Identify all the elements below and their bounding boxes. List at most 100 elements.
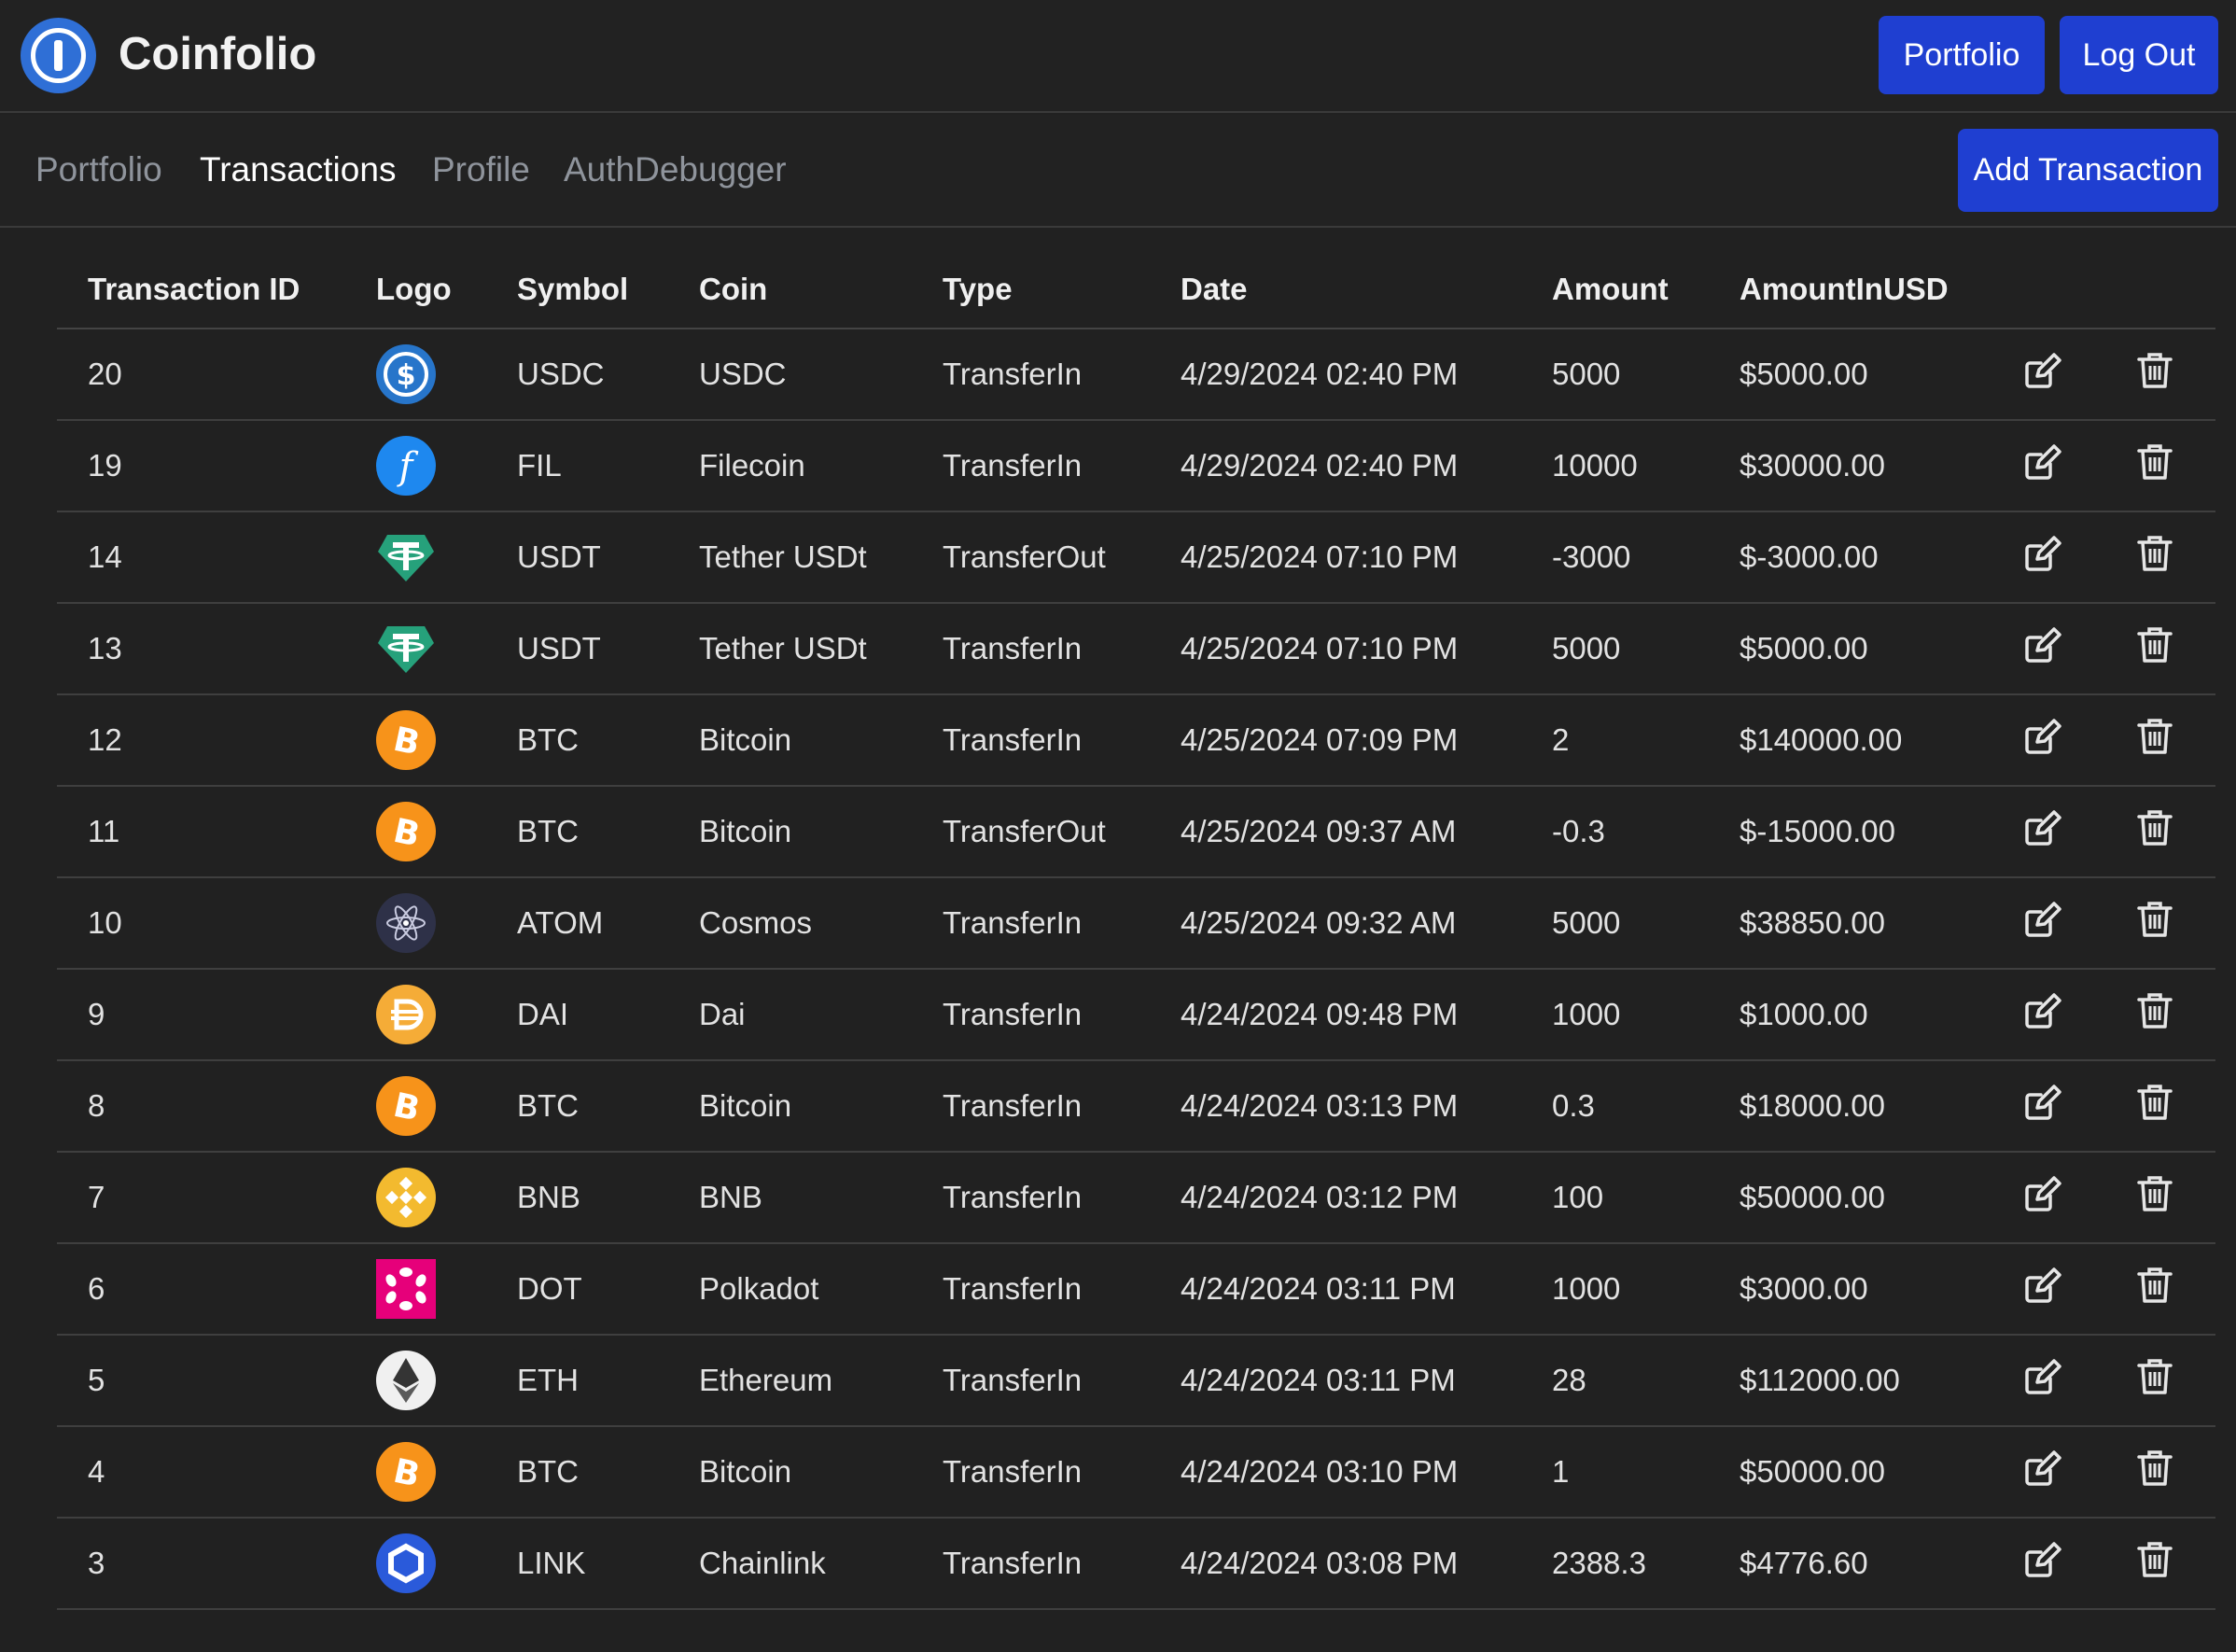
trash-icon[interactable] [2134,1173,2175,1214]
cell-symbol: USDT [486,603,668,695]
cell-type: TransferIn [912,329,1150,421]
table-header-row: Transaction ID Logo Symbol Coin Type Dat… [57,250,2215,329]
cell-amount: -0.3 [1521,786,1709,878]
cell-date: 4/24/2024 03:11 PM [1150,1243,1521,1336]
top-bar: Coinfolio Portfolio Log Out [0,0,2236,113]
cell-amount-usd: $30000.00 [1709,420,1991,512]
bnb-icon [376,1168,436,1227]
fil-icon: f [376,436,436,496]
cell-logo [345,1243,486,1336]
cell-coin: Bitcoin [668,1426,912,1519]
cell-type: TransferIn [912,1426,1150,1519]
trash-icon[interactable] [2134,1448,2175,1489]
cell-type: TransferIn [912,1518,1150,1610]
edit-icon[interactable] [2022,1448,2063,1489]
trash-icon[interactable] [2134,716,2175,757]
cell-symbol: BTC [486,1060,668,1153]
edit-icon[interactable] [2022,990,2063,1031]
cell-logo: B [345,694,486,787]
cell-amount: -3000 [1521,511,1709,604]
nav-item-transactions[interactable]: Transactions [200,150,396,189]
cell-symbol: BTC [486,694,668,787]
header-amount-usd: AmountInUSD [1709,250,1991,329]
cell-delete [2103,511,2215,604]
cell-delete [2103,329,2215,421]
cell-coin: USDC [668,329,912,421]
cell-symbol: LINK [486,1518,668,1610]
trash-icon[interactable] [2134,533,2175,574]
header-coin: Coin [668,250,912,329]
table-row: 10 ATOM Cosmos TransferIn 4/25/2024 09:32 AM… [57,877,2215,970]
cell-transaction-id: 10 [57,877,345,970]
cell-type: TransferOut [912,511,1150,604]
cell-amount-usd: $1000.00 [1709,969,1991,1061]
cell-transaction-id: 9 [57,969,345,1061]
cell-delete [2103,1426,2215,1519]
cell-delete [2103,1243,2215,1336]
cell-logo [345,877,486,970]
trash-icon[interactable] [2134,624,2175,665]
trash-icon[interactable] [2134,807,2175,848]
edit-icon[interactable] [2022,1173,2063,1214]
cell-delete [2103,786,2215,878]
nav-item-portfolio[interactable]: Portfolio [35,150,162,189]
logout-button[interactable]: Log Out [2060,16,2218,94]
table-row: 4 B BTC Bitcoin TransferIn 4/24/2024 03:10 PM… [57,1426,2215,1519]
edit-icon[interactable] [2022,1265,2063,1306]
cell-date: 4/24/2024 03:12 PM [1150,1152,1521,1244]
cell-edit [1991,1426,2103,1519]
edit-icon[interactable] [2022,1356,2063,1397]
trash-icon[interactable] [2134,1082,2175,1123]
trash-icon[interactable] [2134,990,2175,1031]
edit-icon[interactable] [2022,1082,2063,1123]
cell-logo: B [345,786,486,878]
cell-delete [2103,694,2215,787]
edit-icon[interactable] [2022,441,2063,483]
cell-amount: 1 [1521,1426,1709,1519]
edit-icon[interactable] [2022,624,2063,665]
portfolio-button[interactable]: Portfolio [1879,16,2045,94]
app-logo-icon [21,18,96,93]
cell-transaction-id: 3 [57,1518,345,1610]
cell-edit [1991,1518,2103,1610]
trash-icon[interactable] [2134,441,2175,483]
usdt-icon [376,527,436,587]
trash-icon[interactable] [2134,350,2175,391]
cell-type: TransferIn [912,694,1150,787]
trash-icon[interactable] [2134,1539,2175,1580]
cell-type: TransferIn [912,1243,1150,1336]
nav-item-authdebugger[interactable]: AuthDebugger [564,150,787,189]
cell-coin: Filecoin [668,420,912,512]
edit-icon[interactable] [2022,1539,2063,1580]
cell-amount-usd: $50000.00 [1709,1152,1991,1244]
trash-icon[interactable] [2134,1265,2175,1306]
cell-coin: BNB [668,1152,912,1244]
edit-icon[interactable] [2022,899,2063,940]
cell-coin: Bitcoin [668,694,912,787]
edit-icon[interactable] [2022,716,2063,757]
header-date: Date [1150,250,1521,329]
edit-icon[interactable] [2022,807,2063,848]
table-row: 5 ETH Ethereum TransferIn 4/24/2024 03:11 PM… [57,1335,2215,1427]
cell-edit [1991,877,2103,970]
cell-date: 4/29/2024 02:40 PM [1150,420,1521,512]
cell-logo [345,603,486,695]
add-transaction-button[interactable]: Add Transaction [1958,129,2218,212]
trash-icon[interactable] [2134,899,2175,940]
cell-coin: Chainlink [668,1518,912,1610]
trash-icon[interactable] [2134,1356,2175,1397]
edit-icon[interactable] [2022,350,2063,391]
edit-icon[interactable] [2022,533,2063,574]
cell-amount: 10000 [1521,420,1709,512]
cell-symbol: DOT [486,1243,668,1336]
cell-transaction-id: 5 [57,1335,345,1427]
nav-item-profile[interactable]: Profile [432,150,530,189]
cell-date: 4/25/2024 09:37 AM [1150,786,1521,878]
cell-transaction-id: 6 [57,1243,345,1336]
cell-symbol: ATOM [486,877,668,970]
table-row: 7 BNB BNB TransferIn 4/24/2024 03:12 PM 100 $5… [57,1152,2215,1244]
cell-transaction-id: 12 [57,694,345,787]
cell-coin: Bitcoin [668,786,912,878]
cell-logo: B [345,1426,486,1519]
table-row: 19 f FIL Filecoin TransferIn 4/29/2024 02:40 … [57,420,2215,512]
